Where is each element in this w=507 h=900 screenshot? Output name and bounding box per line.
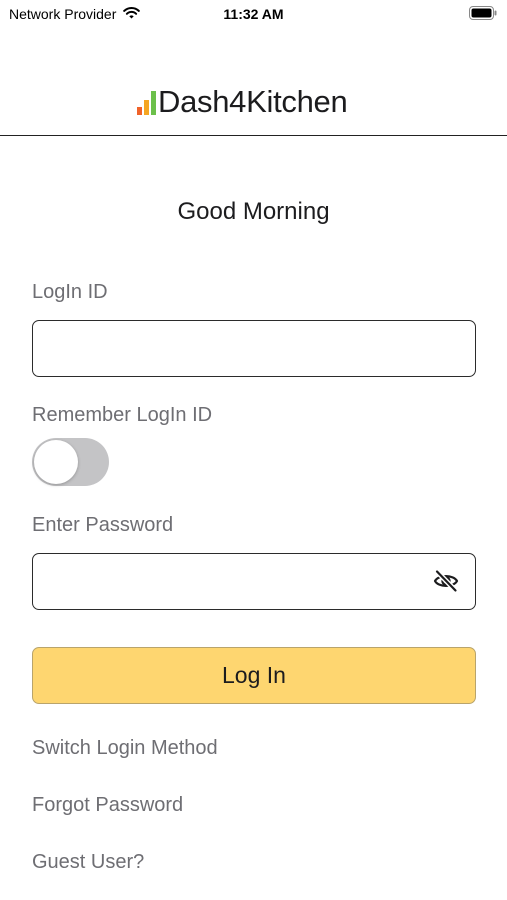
- remember-login-id-toggle[interactable]: [32, 438, 109, 486]
- greeting-title: Good Morning: [177, 198, 330, 225]
- status-bar: Network Provider 11:32 AM: [0, 0, 507, 30]
- logo-bar-1: [137, 107, 142, 115]
- eye-slash-icon[interactable]: [433, 569, 459, 593]
- switch-login-method-link[interactable]: Switch Login Method: [32, 737, 218, 760]
- toggle-knob: [34, 440, 78, 484]
- battery-icon: [469, 6, 497, 25]
- app-name: Dash4Kitchen: [158, 84, 348, 119]
- password-input[interactable]: [33, 554, 475, 609]
- login-id-input[interactable]: [33, 321, 475, 376]
- login-id-field[interactable]: [32, 320, 476, 377]
- app-logo: Dash4Kitchen: [137, 84, 348, 120]
- app-header: Dash4Kitchen: [0, 80, 507, 136]
- status-time: 11:32 AM: [223, 6, 284, 22]
- login-id-label: LogIn ID: [32, 281, 108, 303]
- remember-login-id-label: Remember LogIn ID: [32, 404, 213, 426]
- guest-user-link[interactable]: Guest User?: [32, 851, 144, 874]
- logo-bars-icon: [137, 89, 156, 115]
- forgot-password-link[interactable]: Forgot Password: [32, 794, 183, 817]
- password-field[interactable]: [32, 553, 476, 610]
- password-label: Enter Password: [32, 514, 174, 536]
- logo-bar-3: [151, 91, 156, 115]
- logo-bar-2: [144, 100, 149, 115]
- login-button[interactable]: Log In: [32, 647, 476, 704]
